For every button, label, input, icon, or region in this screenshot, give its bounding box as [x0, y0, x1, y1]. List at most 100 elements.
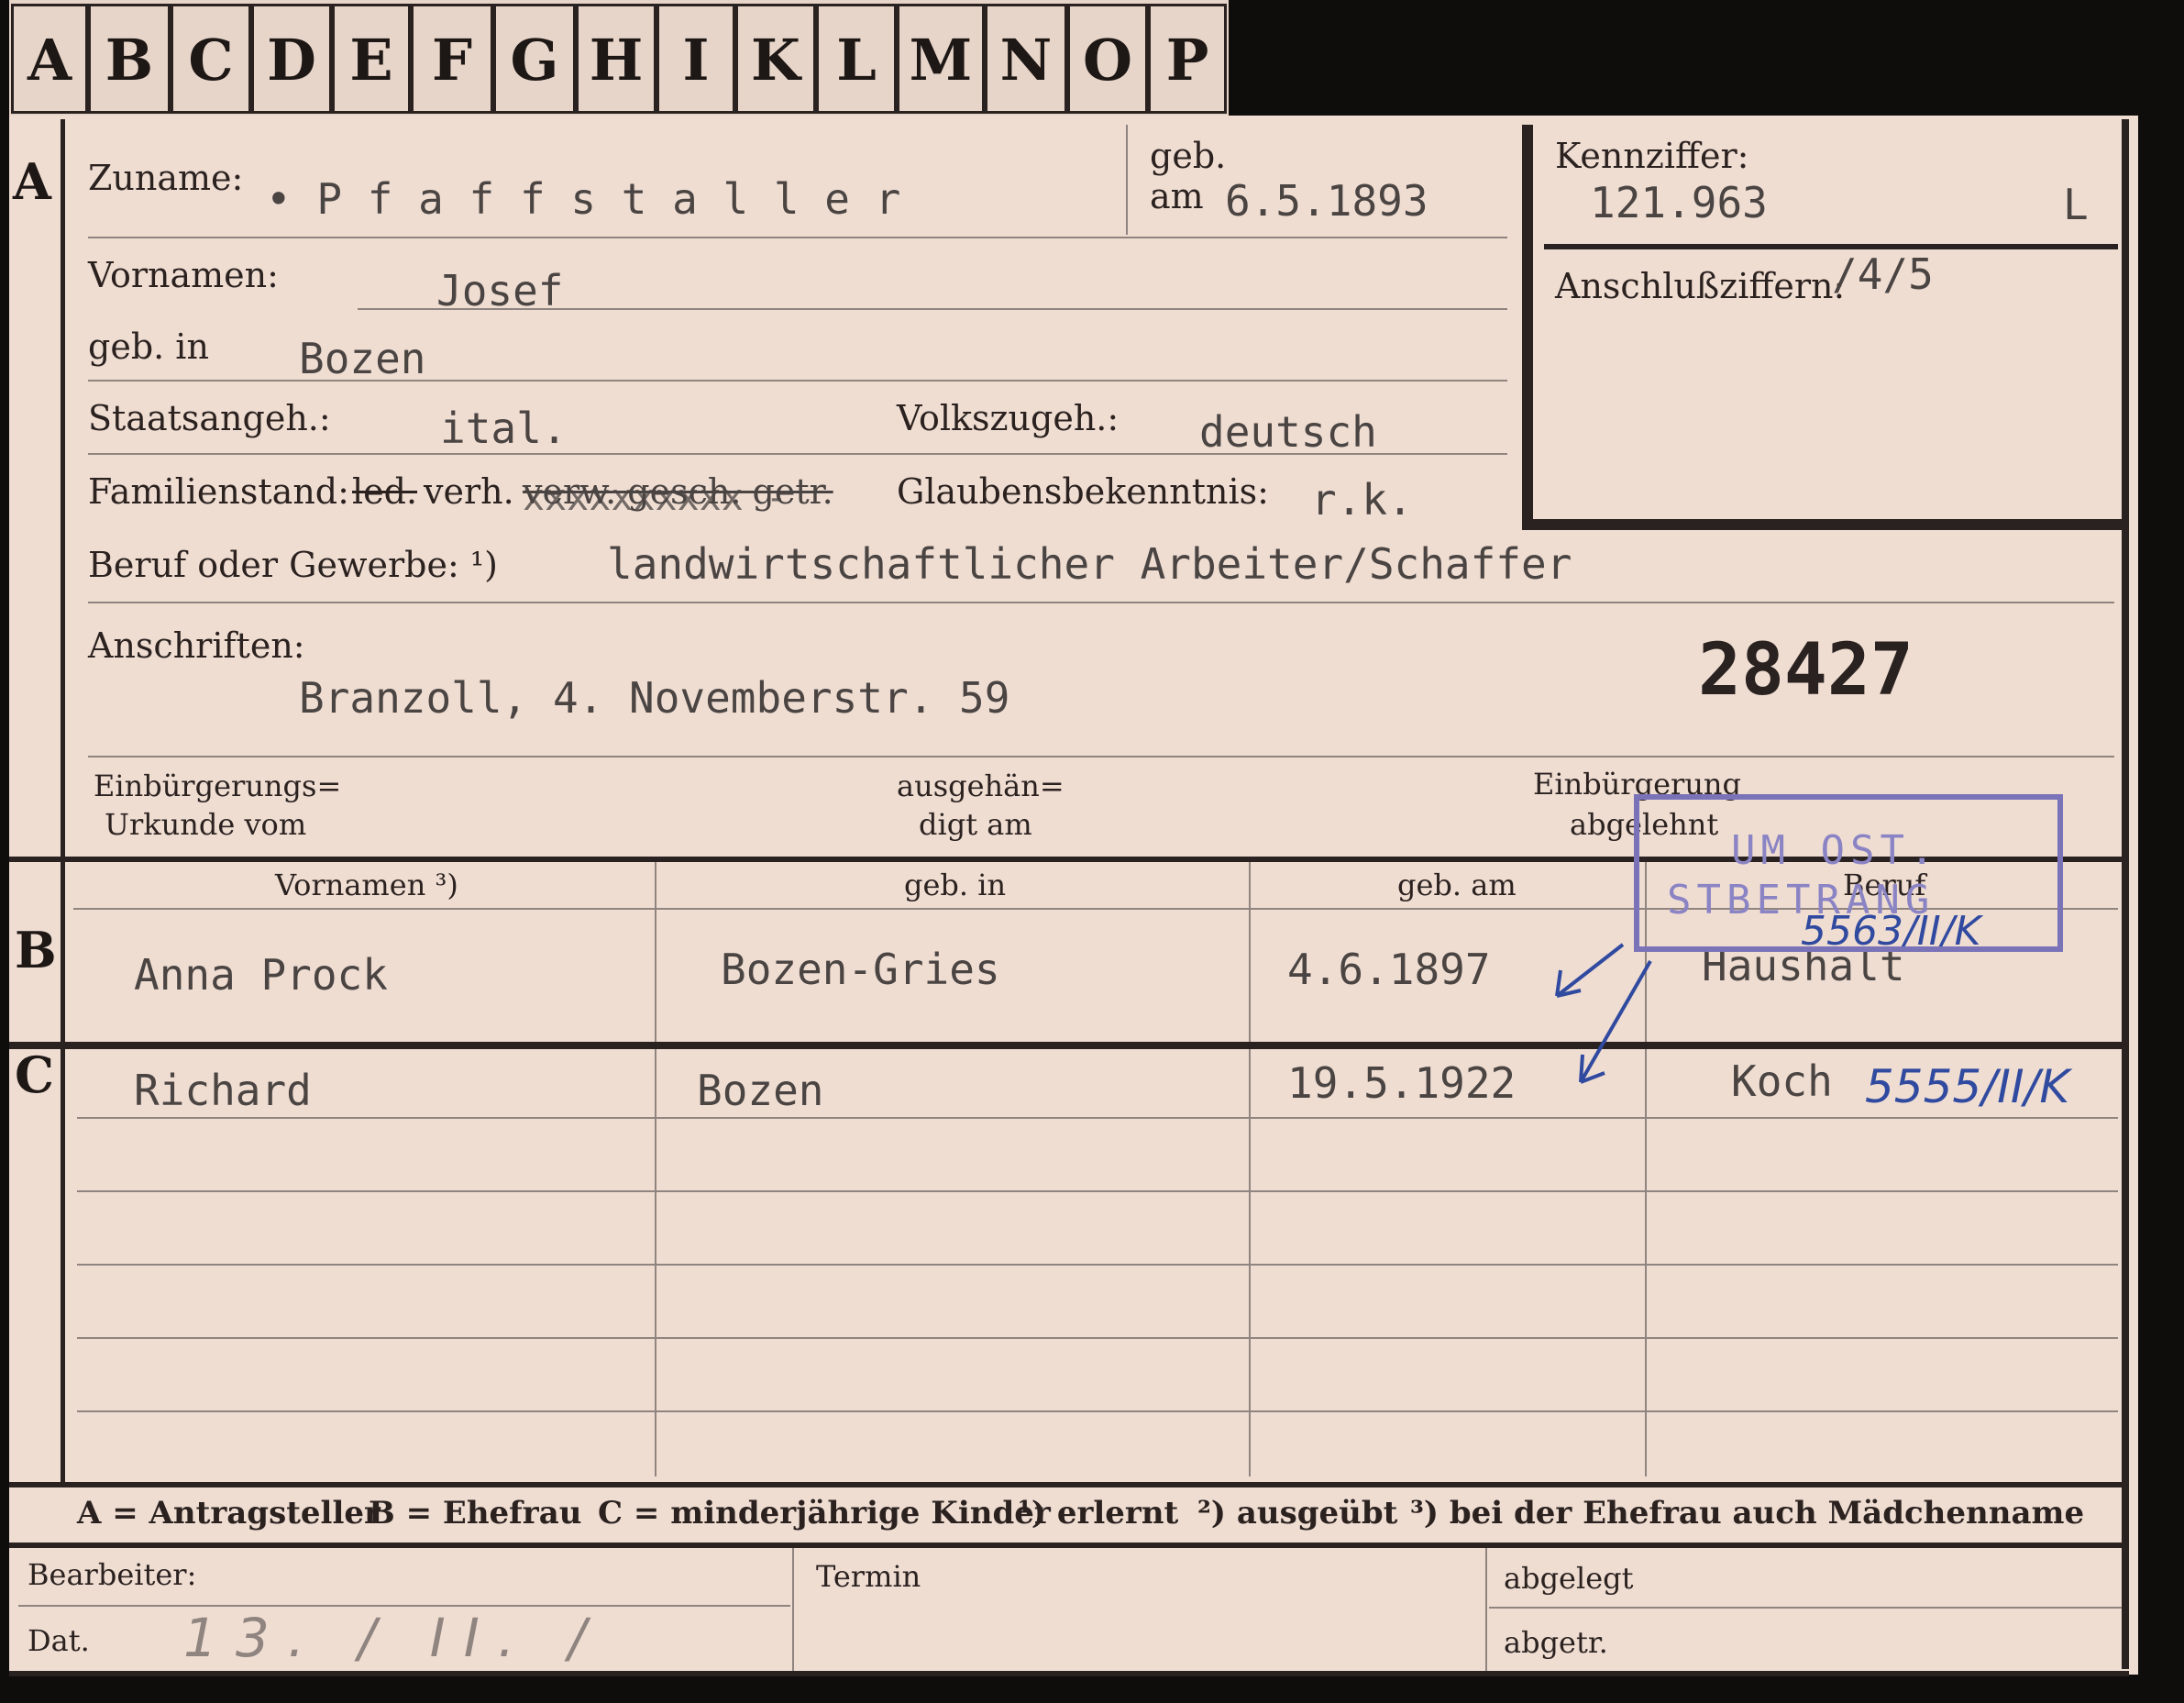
- glaubensbekenntnis-label: Glaubensbekenntnis:: [897, 471, 1269, 512]
- c-col-1: [655, 1049, 656, 1476]
- pen-arrows: [1555, 943, 1652, 1084]
- c-vornamen-value: Richard: [134, 1066, 312, 1115]
- tab-d[interactable]: D: [251, 4, 332, 114]
- row-line-5: [88, 602, 2114, 603]
- kennziffer-box-left: [1522, 125, 1533, 528]
- legend-bottom-rule: [9, 1543, 2123, 1548]
- card-number: 28427: [1698, 629, 1914, 712]
- familienstand-xx: xxxxxxxxxx -: [523, 477, 788, 519]
- section-c-bottom-rule: [9, 1482, 2123, 1487]
- tab-l[interactable]: L: [816, 4, 897, 114]
- bearbeiter-label: Bearbeiter:: [28, 1557, 197, 1592]
- tab-e[interactable]: E: [332, 4, 411, 114]
- c-line-2: [77, 1190, 2118, 1192]
- row-line-1: [88, 237, 1507, 238]
- right-rule: [2122, 119, 2129, 1669]
- ausgehaendigt-label-2: digt am: [919, 807, 1032, 842]
- volkszugehoerigkeit-value: deutsch: [1199, 407, 1377, 457]
- tab-c[interactable]: C: [171, 4, 251, 114]
- born-label-1: geb.: [1150, 136, 1227, 176]
- section-b-bottom-rule: [9, 1042, 2123, 1049]
- kennziffer-suffix: L: [2063, 180, 2089, 229]
- einbuergerung-label-1: Einbürgerungs=: [94, 769, 342, 803]
- card-bottom-edge: [9, 1671, 2129, 1676]
- tab-k[interactable]: K: [735, 4, 816, 114]
- tab-i[interactable]: I: [656, 4, 735, 114]
- kennziffer-separator: [1544, 244, 2118, 249]
- dat-label: Dat.: [28, 1623, 90, 1658]
- abgelegt-label: abgelegt: [1504, 1561, 1634, 1596]
- footer-col-1: [792, 1548, 794, 1671]
- c-line-4: [77, 1337, 2118, 1339]
- born-label-2: am: [1150, 176, 1204, 216]
- rubber-stamp: UM OST. STBETRANG: [1634, 794, 2063, 952]
- tab-a[interactable]: A: [11, 4, 88, 114]
- b-header-geb-am: geb. am: [1397, 868, 1517, 902]
- staatsangehoerigkeit-label: Staatsangeh.:: [88, 398, 331, 438]
- c-annotation: 5555/II/K: [1865, 1060, 2070, 1113]
- geb-in-value: Bozen: [299, 334, 426, 383]
- c-line-1: [77, 1117, 2118, 1119]
- familienstand-verh: verh.: [424, 471, 514, 512]
- legend-note-1: ¹) erlernt: [1018, 1495, 1179, 1532]
- staatsangehoerigkeit-value: ital.: [440, 404, 568, 453]
- legend-note-2: ²) ausgeübt: [1197, 1495, 1398, 1532]
- b-vornamen-value: Anna Prock: [134, 950, 388, 1000]
- ausgehaendigt-label-1: ausgehän=: [897, 769, 1064, 803]
- section-b-marker: B: [15, 921, 57, 979]
- born-value: 6.5.1893: [1225, 176, 1428, 226]
- row-line-2: [358, 308, 1507, 310]
- section-a-marker: A: [13, 152, 51, 211]
- surname-value: • P f a f f s t a l l e r: [266, 174, 901, 224]
- c-col-2: [1249, 1049, 1251, 1476]
- legend-c: C = minderjährige Kinder: [598, 1495, 1051, 1532]
- volkszugehoerigkeit-label: Volkszugeh.:: [897, 398, 1120, 438]
- geb-in-label: geb. in: [88, 326, 209, 367]
- tab-m[interactable]: M: [897, 4, 985, 114]
- vornamen-label: Vornamen:: [88, 255, 279, 295]
- familienstand-label: Familienstand:: [88, 471, 349, 512]
- legend-a: A = Antragsteller: [77, 1495, 381, 1532]
- tab-f[interactable]: F: [411, 4, 493, 114]
- b-geb-am-value: 4.6.1897: [1287, 945, 1491, 994]
- c-col-3: [1645, 1049, 1647, 1476]
- left-rule: [61, 119, 65, 1482]
- c-geb-am-value: 19.5.1922: [1287, 1058, 1517, 1108]
- dat-value: 13. / II. /: [183, 1607, 605, 1669]
- row-line-6: [88, 756, 2114, 758]
- row-line-4: [88, 453, 1507, 455]
- kennziffer-box-bottom: [1522, 519, 2127, 530]
- footer-line-right: [1489, 1607, 2122, 1609]
- c-geb-in-value: Bozen: [697, 1066, 824, 1115]
- section-c-marker: C: [15, 1045, 54, 1104]
- beruf-value: landwirtschaftlicher Arbeiter/Schaffer: [607, 539, 1572, 589]
- anschriften-value: Branzoll, 4. Novemberstr. 59: [299, 673, 1010, 723]
- legend-b: B = Ehefrau: [369, 1495, 582, 1532]
- tab-n[interactable]: N: [985, 4, 1067, 114]
- stamp-line-2: STBETRANG: [1667, 877, 1936, 923]
- footer-col-2: [1485, 1548, 1487, 1671]
- tab-b[interactable]: B: [88, 4, 171, 114]
- stamp-line-1: UM OST.: [1731, 827, 1940, 874]
- tab-h[interactable]: H: [576, 4, 656, 114]
- familienstand-led: led.: [352, 471, 418, 512]
- surname-divider: [1126, 125, 1128, 235]
- legend-note-3: ³) bei der Ehefrau auch Mädchenname: [1410, 1495, 2085, 1532]
- b-col-2: [1249, 862, 1251, 1042]
- row-line-3: [88, 380, 1507, 382]
- beruf-label: Beruf oder Gewerbe: ¹): [88, 545, 498, 585]
- anschriften-label: Anschriften:: [88, 625, 305, 666]
- kennziffer-value: 121.963: [1590, 178, 1768, 227]
- anschluss-label: Anschlußziffern:: [1555, 266, 1846, 306]
- tab-o[interactable]: O: [1067, 4, 1148, 114]
- einbuergerung-label-2: Urkunde vom: [105, 807, 307, 842]
- anschluss-value: /4/5: [1832, 249, 1934, 299]
- c-line-5: [77, 1410, 2118, 1412]
- b-geb-in-value: Bozen-Gries: [721, 945, 1000, 994]
- surname-label: Zuname:: [88, 158, 244, 198]
- b-header-geb-in: geb. in: [904, 868, 1007, 902]
- kennziffer-label: Kennziffer:: [1555, 136, 1749, 176]
- tab-g[interactable]: G: [493, 4, 576, 114]
- tab-p[interactable]: P: [1148, 4, 1227, 114]
- b-header-vornamen: Vornamen ³): [275, 868, 458, 902]
